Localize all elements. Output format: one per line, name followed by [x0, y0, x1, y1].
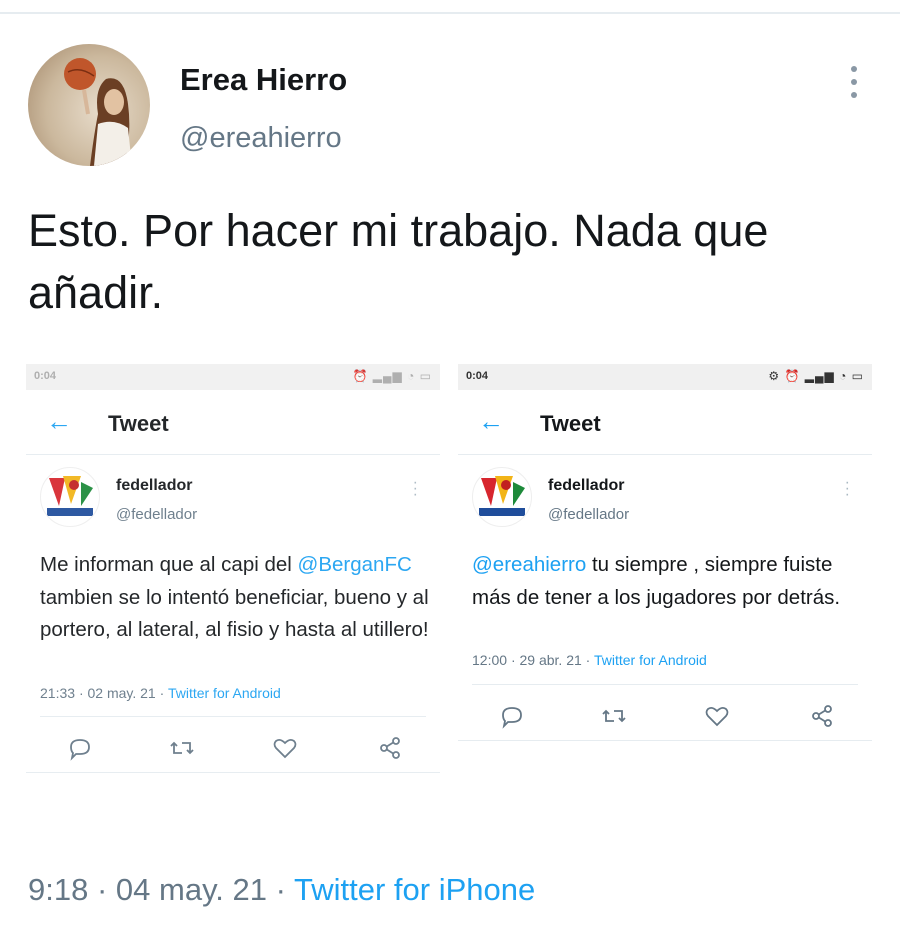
action-bar: [458, 696, 872, 736]
inner-author-name[interactable]: fedellador: [548, 477, 624, 495]
more-icon[interactable]: [842, 62, 866, 102]
inner-tweet-meta: 21:33 · 02 may. 21 · Twitter for Android: [40, 685, 281, 701]
inner-author-handle[interactable]: @fedellador: [116, 506, 197, 523]
mention-link[interactable]: @ereahierro: [472, 553, 586, 576]
separator: ·: [275, 872, 286, 907]
divider: [40, 716, 426, 717]
more-icon[interactable]: · · ·: [845, 475, 850, 503]
embedded-screenshot-left[interactable]: 0:04 ⏰ ▂▄▆ ◔ ▭ ← Tweet fedellador @fedel…: [26, 364, 440, 842]
header-title: Tweet: [108, 411, 169, 436]
status-bar: 0:04 ⚙ ⏰ ▂▄▆ ◔ ▭: [458, 364, 872, 390]
tweet-header-bar: ← Tweet: [26, 390, 440, 455]
divider: [458, 740, 872, 741]
inner-source[interactable]: Twitter for Android: [594, 652, 707, 668]
tweet-date: 04 may. 21: [115, 872, 267, 907]
avatar[interactable]: [28, 44, 150, 166]
tweet-header-bar: ← Tweet: [458, 390, 872, 455]
divider: [472, 684, 858, 685]
status-bar: 0:04 ⏰ ▂▄▆ ◔ ▭: [26, 364, 440, 390]
inner-author-name[interactable]: fedellador: [116, 477, 192, 495]
top-divider: [0, 12, 900, 14]
inner-text-part: tambien se lo intentó beneficiar, bueno …: [40, 585, 429, 642]
inner-tweet-meta: 12:00 · 29 abr. 21 · Twitter for Android: [472, 652, 707, 668]
retweet-icon[interactable]: [600, 702, 628, 730]
retweet-icon[interactable]: [168, 734, 196, 762]
inner-author-handle[interactable]: @fedellador: [548, 506, 629, 523]
status-icons: ⏰ ▂▄▆ ◔ ▭: [352, 369, 432, 383]
like-icon[interactable]: [703, 702, 731, 730]
tweet-source[interactable]: Twitter for iPhone: [294, 872, 535, 907]
inner-avatar[interactable]: [40, 467, 100, 527]
separator: ·: [78, 685, 84, 701]
share-icon[interactable]: [808, 702, 836, 730]
header-title: Tweet: [540, 411, 601, 436]
tweet-meta: 9:18 · 04 may. 21 · Twitter for iPhone: [28, 872, 535, 908]
author-display-name[interactable]: Erea Hierro: [180, 62, 347, 98]
back-arrow-icon[interactable]: ←: [478, 406, 504, 437]
author-handle[interactable]: @ereahierro: [180, 122, 342, 155]
share-icon[interactable]: [376, 734, 404, 762]
embedded-screenshot-right[interactable]: 0:04 ⚙ ⏰ ▂▄▆ ◔ ▭ ← Tweet fedellador @fed…: [458, 364, 872, 842]
inner-text-part: Me informan que al capi del: [40, 553, 298, 576]
inner-tweet-text: Me informan que al capi del @BerganFC ta…: [40, 549, 430, 647]
divider: [26, 772, 440, 773]
separator: ·: [159, 685, 165, 701]
separator: ·: [585, 652, 591, 668]
more-icon[interactable]: · · ·: [413, 475, 418, 503]
inner-date: 29 abr. 21: [519, 652, 582, 668]
status-icons: ⚙ ⏰ ▂▄▆ ◔ ▭: [768, 369, 864, 383]
back-arrow-icon[interactable]: ←: [46, 406, 72, 437]
inner-time: 12:00: [472, 652, 508, 668]
separator: ·: [510, 652, 516, 668]
mention-link[interactable]: @BerganFC: [298, 553, 412, 576]
status-time: 0:04: [34, 370, 57, 382]
tweet-text: Esto. Por hacer mi trabajo. Nada que aña…: [28, 205, 769, 318]
reply-icon[interactable]: [498, 702, 526, 730]
separator: ·: [96, 872, 108, 907]
inner-source[interactable]: Twitter for Android: [168, 685, 281, 701]
inner-date: 02 may. 21: [87, 685, 156, 701]
like-icon[interactable]: [271, 734, 299, 762]
status-time: 0:04: [466, 370, 489, 382]
inner-avatar[interactable]: [472, 467, 532, 527]
action-bar: [26, 728, 440, 768]
tweet-time: 9:18: [28, 872, 89, 907]
inner-tweet-text: @ereahierro tu siempre , siempre fuiste …: [472, 549, 862, 614]
reply-icon[interactable]: [66, 734, 94, 762]
inner-time: 21:33: [40, 685, 76, 701]
